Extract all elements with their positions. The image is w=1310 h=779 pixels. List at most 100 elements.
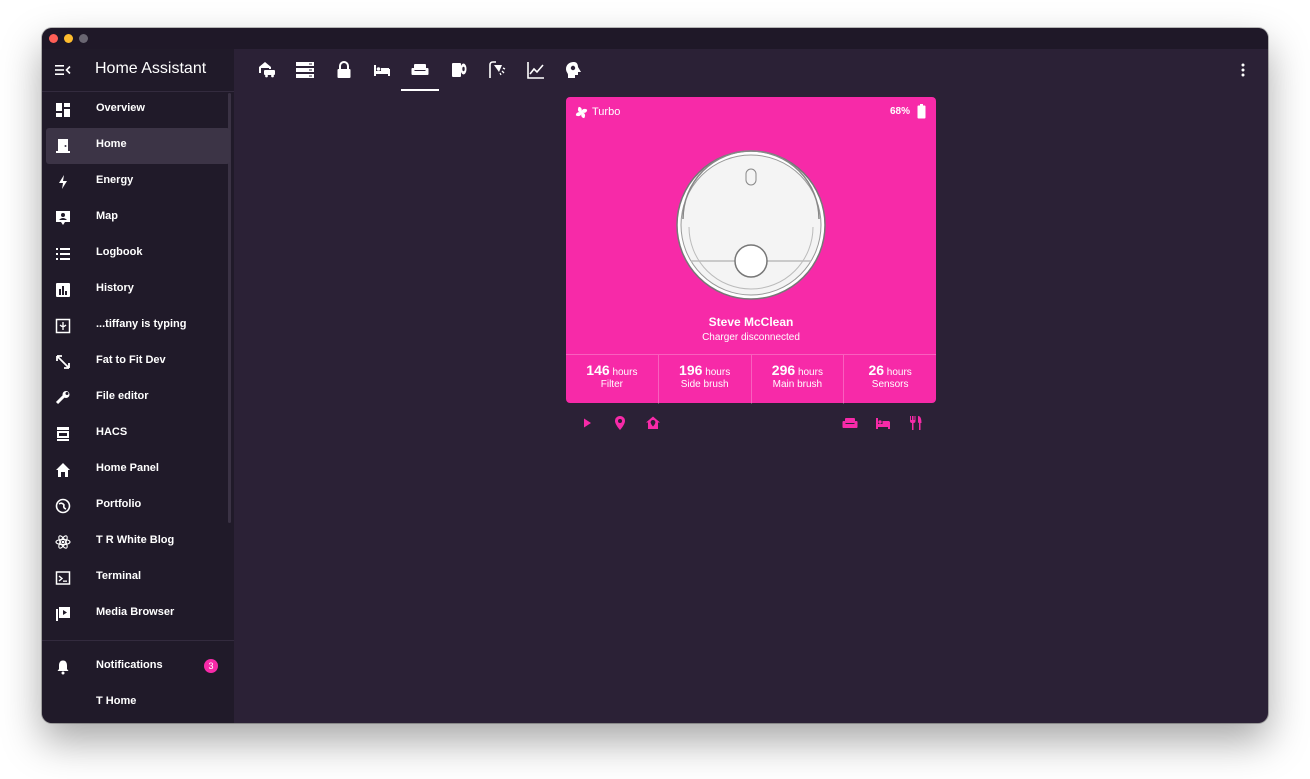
bell-icon — [57, 660, 69, 675]
home-icon — [56, 463, 70, 477]
sidebar-item-label: File editor — [96, 390, 149, 402]
chart-line-icon — [527, 62, 544, 79]
sidebar-item-user[interactable]: T Home — [42, 685, 234, 721]
home-car-icon — [259, 62, 275, 78]
tab-server[interactable] — [292, 59, 318, 81]
sidebar-item-portfolio[interactable]: Portfolio — [42, 488, 234, 524]
sidebar-item-logbook[interactable]: Logbook — [42, 236, 234, 272]
stat-value: 296 — [771, 362, 796, 378]
sidebar-item-label: Media Browser — [96, 606, 175, 618]
sidebar-header: Home Assistant — [42, 49, 234, 92]
sidebar-item-label: T R White Blog — [96, 534, 175, 546]
sidebar-item-energy[interactable]: Energy — [42, 164, 234, 200]
sidebar-item-terminal[interactable]: Terminal — [42, 560, 234, 596]
sidebar-item-map[interactable]: Map — [42, 200, 234, 236]
stat-label: Side brush — [680, 379, 729, 390]
sidebar-item-history[interactable]: History — [42, 272, 234, 308]
clean-living-room-button[interactable] — [842, 415, 858, 431]
stat-label: Filter — [600, 379, 623, 390]
stat-side-brush[interactable]: 196 hours Side brush — [659, 355, 752, 404]
clean-kitchen-button[interactable] — [908, 415, 924, 431]
head-cog-icon — [566, 62, 581, 78]
stat-main-brush[interactable]: 296 hours Main brush — [752, 355, 845, 404]
zoom-window-button[interactable] — [79, 34, 88, 43]
chart-box-icon — [56, 283, 70, 297]
menu-collapse-icon[interactable] — [55, 63, 71, 77]
tab-sofa[interactable] — [401, 59, 439, 91]
sidebar-item-label: Fat to Fit Dev — [96, 354, 166, 366]
view-tab-bar — [234, 49, 1268, 91]
clean-bedroom-button[interactable] — [875, 415, 891, 431]
atom-icon — [55, 535, 71, 549]
sidebar-item-home[interactable]: Home — [46, 128, 230, 164]
vacuum-card[interactable]: Turbo 68% Steve McClean Charger disconne… — [566, 97, 936, 404]
terminal-icon — [55, 571, 71, 585]
fan-mode-label[interactable]: Turbo — [592, 106, 620, 118]
bed-icon — [876, 418, 890, 429]
sidebar-item-file-editor[interactable]: File editor — [42, 380, 234, 416]
locate-button[interactable] — [612, 415, 628, 431]
sidebar-item-blog[interactable]: T R White Blog — [42, 524, 234, 560]
sidebar-item-media-browser[interactable]: Media Browser — [42, 596, 234, 632]
sidebar-item-label: Energy — [96, 174, 134, 186]
minimize-window-button[interactable] — [64, 34, 73, 43]
stat-value: 196 — [679, 362, 703, 378]
stat-filter[interactable]: 146 hours Filter — [566, 355, 659, 404]
shower-icon — [489, 61, 506, 78]
sidebar-item-label: Portfolio — [96, 498, 142, 510]
stat-value: 146 — [586, 362, 610, 378]
monitor-icon — [55, 318, 71, 334]
notification-count-badge: 3 — [204, 659, 218, 673]
server-icon — [296, 62, 314, 78]
sidebar-item-label: Home — [96, 138, 127, 150]
toilet-paper-icon — [452, 63, 467, 77]
sidebar-item-label: History — [96, 282, 134, 294]
silverware-icon — [910, 416, 922, 430]
start-button[interactable] — [579, 415, 595, 431]
tab-shower[interactable] — [484, 59, 510, 81]
tab-toilet-paper[interactable] — [446, 59, 472, 81]
tab-lock[interactable] — [331, 59, 357, 81]
globe-icon — [55, 498, 71, 514]
sidebar-item-home-panel[interactable]: Home Panel — [42, 452, 234, 488]
sidebar-item-fat-to-fit[interactable]: Fat to Fit Dev — [42, 344, 234, 380]
stat-label: Sensors — [871, 379, 909, 390]
vacuum-name: Steve McClean — [708, 315, 794, 329]
vacuum-actions — [566, 412, 936, 434]
vacuum-stats: 146 hours Filter 196 hours Side brush 29… — [566, 354, 936, 404]
stat-unit: hours — [797, 367, 823, 378]
sidebar-item-label: Logbook — [96, 246, 143, 258]
stat-sensors[interactable]: 26 hours Sensors — [844, 355, 936, 404]
stat-label: Main brush — [772, 379, 823, 390]
bed-icon — [374, 65, 390, 76]
overflow-menu-icon[interactable] — [1240, 62, 1246, 78]
app-window: Home Assistant Overview Home Energy Map … — [42, 28, 1268, 723]
dashboard-icon — [56, 103, 70, 117]
return-to-base-button[interactable] — [645, 415, 661, 431]
tab-home-car[interactable] — [254, 59, 280, 81]
stat-unit: hours — [612, 367, 638, 378]
list-icon — [56, 248, 70, 260]
sidebar-item-hacs[interactable]: HACS — [42, 416, 234, 452]
fan-icon[interactable] — [574, 105, 589, 120]
sidebar-item-notifications[interactable]: Notifications 3 — [42, 649, 234, 685]
sidebar-item-label: ...tiffany is typing — [96, 318, 187, 330]
home-map-marker-icon — [646, 416, 660, 429]
tab-bed[interactable] — [369, 59, 395, 81]
map-account-icon — [56, 211, 70, 225]
sidebar-item-label: Overview — [96, 102, 145, 114]
sidebar-item-label: Map — [96, 210, 118, 222]
lock-icon — [337, 61, 351, 78]
user-name: T Home — [96, 695, 137, 707]
robot-vacuum-image — [676, 150, 826, 300]
close-window-button[interactable] — [49, 34, 58, 43]
sidebar-item-tiffany[interactable]: ...tiffany is typing — [42, 308, 234, 344]
tab-chart-line[interactable] — [523, 59, 549, 81]
app-title: Home Assistant — [95, 60, 207, 77]
play-box-icon — [56, 607, 70, 621]
wrench-icon — [55, 391, 70, 405]
sofa-icon — [842, 418, 858, 428]
lightning-icon — [59, 175, 67, 189]
tab-head-cog[interactable] — [561, 59, 587, 81]
sidebar-item-overview[interactable]: Overview — [42, 92, 234, 128]
